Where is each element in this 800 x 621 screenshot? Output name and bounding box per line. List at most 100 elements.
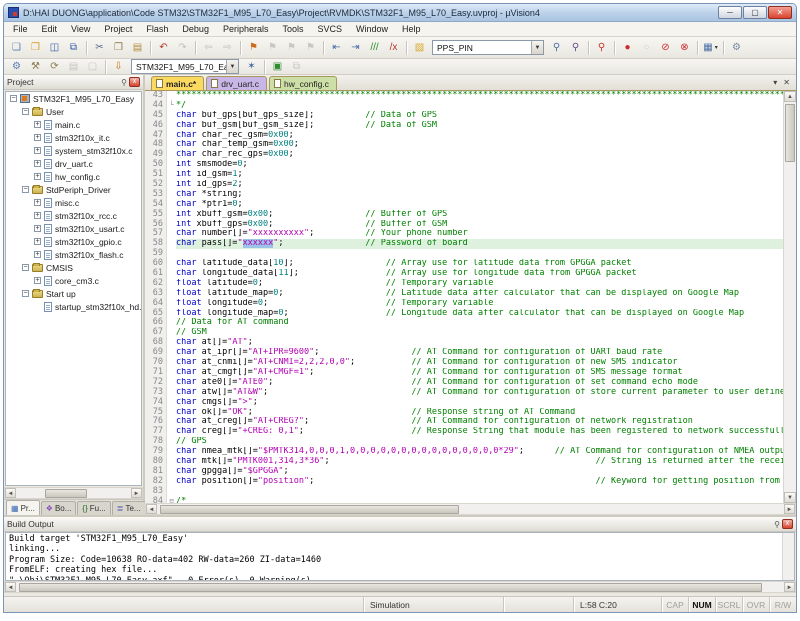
code-line-68[interactable]: 68char at[]="AT"; bbox=[145, 338, 783, 348]
start-debug-button[interactable]: ⚲ bbox=[592, 39, 611, 56]
build-output-text[interactable]: Build target 'STM32F1_M95_L70_Easy'linki… bbox=[5, 532, 795, 581]
project-panel-close-icon[interactable]: x bbox=[129, 77, 140, 87]
code-line-56[interactable]: 56int xbuff_gps=0x00; // Buffer of GSM bbox=[145, 220, 783, 230]
tree-item-misc-c[interactable]: +misc.c bbox=[6, 196, 141, 209]
title-bar[interactable]: D:\HAI DUONG\application\Code STM32\STM3… bbox=[4, 4, 796, 22]
collapse-icon[interactable]: − bbox=[10, 95, 17, 102]
pin-icon[interactable]: ⚲ bbox=[119, 78, 129, 87]
tree-item-user[interactable]: −User bbox=[6, 105, 141, 118]
scroll-thumb[interactable] bbox=[19, 583, 762, 592]
editor-tab-main-c[interactable]: main.c* bbox=[151, 76, 204, 90]
build-target-button[interactable]: ⚒ bbox=[26, 58, 45, 75]
editor-tab-drv_uart-c[interactable]: drv_uart.c bbox=[206, 76, 267, 90]
code-line-53[interactable]: 53char *string; bbox=[145, 190, 783, 200]
collapse-icon[interactable]: − bbox=[22, 108, 29, 115]
tree-item-start-up[interactable]: −Start up bbox=[6, 287, 141, 300]
uncomment-selection-button[interactable]: /x bbox=[384, 39, 403, 56]
scroll-right-icon[interactable]: ► bbox=[784, 582, 795, 592]
build-output-horizontal-scrollbar[interactable]: ◄ ► bbox=[4, 581, 796, 593]
code-line-63[interactable]: 63float latitude_map=0; // Latitude data… bbox=[145, 289, 783, 299]
tree-item-cmsis[interactable]: −CMSIS bbox=[6, 261, 141, 274]
menu-view[interactable]: View bbox=[64, 23, 97, 35]
expand-icon[interactable]: + bbox=[34, 160, 41, 167]
tree-item-stm32f10x-usart-c[interactable]: +stm32f10x_usart.c bbox=[6, 222, 141, 235]
scroll-right-icon[interactable]: ► bbox=[131, 488, 142, 498]
code-line-48[interactable]: 48char char_temp_gsm=0x00; bbox=[145, 140, 783, 150]
chevron-down-icon[interactable]: ▼ bbox=[226, 60, 238, 73]
pin-icon[interactable]: ⚲ bbox=[772, 520, 782, 529]
code-line-77[interactable]: 77char creg[]="+CREG: 0,1"; // Response … bbox=[145, 427, 783, 437]
panel-tab-te[interactable]: ≣Te... bbox=[112, 501, 146, 515]
tree-item-system-stm32f10x-c[interactable]: +system_stm32f10x.c bbox=[6, 144, 141, 157]
scroll-up-icon[interactable]: ▲ bbox=[784, 91, 796, 102]
code-line-47[interactable]: 47char char_rec_gsm=0x00; bbox=[145, 131, 783, 141]
expand-icon[interactable]: + bbox=[34, 134, 41, 141]
code-line-50[interactable]: 50int smsmode=0; bbox=[145, 160, 783, 170]
code-line-79[interactable]: 79char nmea_mtk[]="$PMTK314,0,0,0,1,0,0,… bbox=[145, 447, 783, 457]
code-line-74[interactable]: 74char cmgs[]=">"; bbox=[145, 398, 783, 408]
code-line-46[interactable]: 46char buf_gsm[buf_gsm_size]; // Data of… bbox=[145, 121, 783, 131]
code-line-59[interactable]: 59 bbox=[145, 249, 783, 259]
scroll-thumb[interactable] bbox=[45, 489, 87, 498]
code-line-72[interactable]: 72char ate0[]="ATE0"; // AT Command for … bbox=[145, 378, 783, 388]
project-horizontal-scrollbar[interactable]: ◄ ► bbox=[4, 487, 143, 499]
code-line-69[interactable]: 69char at_ipr[]="AT+IPR=9600"; // AT Com… bbox=[145, 348, 783, 358]
expand-icon[interactable]: + bbox=[34, 199, 41, 206]
scroll-down-icon[interactable]: ▼ bbox=[784, 492, 796, 503]
expand-icon[interactable]: + bbox=[34, 251, 41, 258]
code-line-61[interactable]: 61char longitude_data[11]; // Array use … bbox=[145, 269, 783, 279]
panel-tab-bo[interactable]: ❖Bo... bbox=[41, 501, 77, 515]
toggle-bookmark-button[interactable]: ⚑ bbox=[244, 39, 263, 56]
menu-tools[interactable]: Tools bbox=[275, 23, 310, 35]
window-layout-button[interactable]: ▦▾ bbox=[701, 39, 720, 56]
code-line-70[interactable]: 70char at_cnmi[]="AT+CNMI=2,2,2,0,0"; //… bbox=[145, 358, 783, 368]
code-line-45[interactable]: 45char buf_gps[buf_gps_size]; // Data of… bbox=[145, 111, 783, 121]
tree-item-stdperiph-driver[interactable]: −StdPeriph_Driver bbox=[6, 183, 141, 196]
indent-button[interactable]: ⇥ bbox=[346, 39, 365, 56]
collapse-icon[interactable]: − bbox=[22, 264, 29, 271]
find-button[interactable]: ⚲ bbox=[547, 39, 566, 56]
collapse-icon[interactable]: − bbox=[22, 290, 29, 297]
new-file-button[interactable]: ❏ bbox=[7, 39, 26, 56]
code-line-54[interactable]: 54char *ptr1=0; bbox=[145, 200, 783, 210]
scroll-thumb[interactable] bbox=[785, 104, 795, 162]
code-line-44[interactable]: 44└*/ bbox=[145, 101, 783, 111]
translate-file-button[interactable]: ⚙ bbox=[7, 58, 26, 75]
code-line-58[interactable]: 58char pass[]="xxxxxx"; // Password of b… bbox=[145, 239, 783, 249]
code-line-62[interactable]: 62float latitude=0; // Temporary variabl… bbox=[145, 279, 783, 289]
menu-edit[interactable]: Edit bbox=[35, 23, 65, 35]
cut-button[interactable]: ✂ bbox=[90, 39, 109, 56]
expand-icon[interactable]: + bbox=[34, 173, 41, 180]
code-line-83[interactable]: 83 bbox=[145, 487, 783, 497]
scroll-thumb[interactable] bbox=[160, 505, 459, 514]
tree-item-hw-config-c[interactable]: +hw_config.c bbox=[6, 170, 141, 183]
undo-button[interactable]: ↶ bbox=[154, 39, 173, 56]
maximize-button[interactable]: ▢ bbox=[743, 6, 767, 19]
code-line-80[interactable]: 80char mtk[]="PMTK001,314,3*36"; // Stri… bbox=[145, 457, 783, 467]
tab-list-dropdown-icon[interactable]: ▾ bbox=[773, 78, 777, 87]
code-line-67[interactable]: 67// GSM bbox=[145, 328, 783, 338]
tree-item-drv-uart-c[interactable]: +drv_uart.c bbox=[6, 157, 141, 170]
code-line-71[interactable]: 71char at_cmgf[]="AT+CMGF=1"; // AT Comm… bbox=[145, 368, 783, 378]
expand-icon[interactable]: + bbox=[34, 277, 41, 284]
code-line-81[interactable]: 81char gpgga[]="$GPGGA"; bbox=[145, 467, 783, 477]
code-line-57[interactable]: 57char number[]="xxxxxxxxxx"; // Your ph… bbox=[145, 229, 783, 239]
open-file-button[interactable]: ❒ bbox=[26, 39, 45, 56]
tree-item-core-cm3-c[interactable]: +core_cm3.c bbox=[6, 274, 141, 287]
close-document-icon[interactable]: ✕ bbox=[783, 78, 790, 87]
tree-item-stm32f10x-rcc-c[interactable]: +stm32f10x_rcc.c bbox=[6, 209, 141, 222]
code-line-60[interactable]: 60char latitude_data[10]; // Array use f… bbox=[145, 259, 783, 269]
kill-all-breakpoints-button[interactable]: ⊗ bbox=[675, 39, 694, 56]
code-editor[interactable]: 43**************************************… bbox=[145, 91, 783, 503]
expand-icon[interactable]: + bbox=[34, 121, 41, 128]
search-button[interactable]: ⚲ bbox=[566, 39, 585, 56]
minimize-button[interactable]: ─ bbox=[718, 6, 742, 19]
scroll-left-icon[interactable]: ◄ bbox=[5, 488, 16, 498]
disable-all-breakpoints-button[interactable]: ⊘ bbox=[656, 39, 675, 56]
code-line-82[interactable]: 82char position[]="position"; // Keyword… bbox=[145, 477, 783, 487]
code-line-75[interactable]: 75char ok[]="OK"; // Response string of … bbox=[145, 408, 783, 418]
tree-item-stm32f10x-gpio-c[interactable]: +stm32f10x_gpio.c bbox=[6, 235, 141, 248]
build-output-close-icon[interactable]: x bbox=[782, 519, 793, 529]
menu-project[interactable]: Project bbox=[97, 23, 139, 35]
save-button[interactable]: ◫ bbox=[45, 39, 64, 56]
